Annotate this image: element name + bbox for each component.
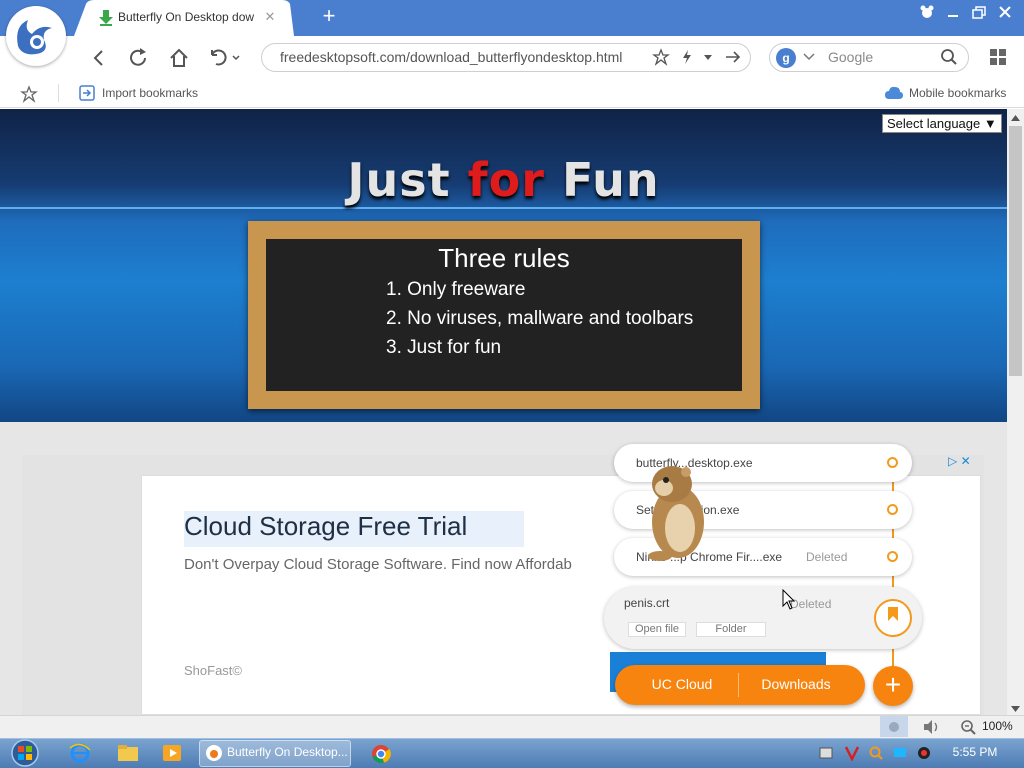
undo-close-icon[interactable] [206, 46, 242, 70]
bar-separator [738, 673, 739, 697]
new-tab-button[interactable]: + [318, 5, 340, 27]
folder-button[interactable]: Folder [696, 622, 766, 637]
skin-icon[interactable] [914, 2, 940, 22]
zoom-icon[interactable] [960, 719, 978, 735]
tray-record-icon[interactable] [916, 745, 932, 761]
mobile-bookmarks-link[interactable]: Mobile bookmarks [909, 86, 1019, 101]
uc-browser-logo[interactable] [6, 6, 66, 66]
file-explorer-icon[interactable] [116, 743, 140, 763]
scrollbar-thumb[interactable] [1009, 126, 1022, 376]
download-status: Deleted [806, 550, 848, 564]
add-download-button[interactable]: + [873, 666, 913, 706]
rule-item: 1. Only freeware [386, 279, 526, 300]
mouse-cursor [782, 588, 796, 611]
scroll-down-icon[interactable] [1010, 702, 1021, 712]
bookmarks-star-icon[interactable] [20, 85, 38, 103]
open-file-button[interactable]: Open file [628, 622, 686, 637]
internet-explorer-icon[interactable] [68, 742, 92, 764]
language-select[interactable]: Select language ▼ [882, 114, 1002, 133]
hero-title: Just for Fun [347, 153, 660, 207]
back-icon[interactable] [86, 46, 112, 70]
browser-window: Butterfly On Desktop dow ✕ + freedesktop… [0, 0, 1024, 768]
download-status: Deleted [790, 597, 832, 611]
tab-title: Butterfly On Desktop dow [118, 10, 255, 24]
timeline-dot [887, 457, 898, 468]
ad-description: Don't Overpay Cloud Storage Software. Fi… [184, 556, 572, 573]
chrome-icon[interactable] [370, 743, 392, 765]
minimize-icon[interactable] [940, 2, 966, 22]
tab-close-icon[interactable]: ✕ [263, 9, 277, 25]
tray-network-icon[interactable] [818, 745, 834, 761]
taskbar-clock: 5:55 PM [952, 745, 998, 759]
volume-icon[interactable] [922, 719, 942, 735]
status-bar [0, 715, 1024, 738]
ad-title[interactable]: Cloud Storage Free Trial [184, 511, 524, 547]
restore-icon[interactable] [966, 2, 992, 22]
download-filename: penis.crt [624, 596, 670, 610]
rule-item: 3. Just for fun [386, 337, 502, 358]
engine-dropdown-icon[interactable] [802, 51, 816, 63]
hero-banner: Just for Fun Three rules 1. Only freewar… [0, 109, 1007, 422]
scroll-up-icon[interactable] [1010, 111, 1021, 121]
hamster-image [630, 458, 714, 562]
media-player-icon[interactable] [160, 742, 184, 764]
zoom-level[interactable]: 100% [982, 719, 1016, 735]
divider [58, 84, 59, 102]
cloud-icon[interactable] [884, 84, 904, 102]
rule-item: 2. No viruses, mallware and toolbars [386, 308, 694, 329]
close-window-icon[interactable] [992, 2, 1018, 22]
import-bookmarks-link[interactable]: Import bookmarks [102, 86, 222, 101]
lightning-icon[interactable] [679, 48, 695, 66]
search-engine-icon[interactable]: g [776, 48, 796, 68]
downloads-button[interactable]: Downloads [744, 676, 848, 694]
search-input[interactable]: Google [828, 49, 928, 67]
ad-brand: ShoFast© [184, 663, 242, 678]
tray-antivirus-icon[interactable] [844, 745, 860, 762]
refresh-icon[interactable] [126, 46, 152, 70]
download-arrow-icon [99, 10, 113, 26]
search-icon[interactable] [940, 48, 958, 66]
import-icon[interactable] [78, 84, 96, 102]
url-text[interactable]: freedesktopsoft.com/download_butterflyon… [280, 49, 640, 67]
tray-display-icon[interactable] [892, 745, 908, 761]
uc-browser-task-icon [205, 744, 223, 762]
home-icon[interactable] [166, 46, 192, 70]
ad-choices-icon[interactable]: ▷ ✕ [948, 454, 982, 470]
chalkboard-title: Three rules [438, 243, 570, 273]
start-button[interactable] [6, 738, 44, 768]
timeline-dot [887, 504, 898, 515]
timeline-dot [887, 551, 898, 562]
taskbar-window-label: Butterfly On Desktop... [227, 745, 347, 759]
go-arrow-icon[interactable] [724, 48, 742, 66]
apps-grid-icon[interactable] [988, 47, 1008, 67]
bookmark-star-icon[interactable] [652, 48, 670, 66]
uc-cloud-button[interactable]: UC Cloud [630, 676, 734, 694]
downloads-ring[interactable] [874, 599, 912, 637]
chalkboard: Three rules 1. Only freeware 2. No virus… [248, 221, 760, 409]
status-panel-toggle[interactable] [880, 716, 908, 737]
tray-search-icon[interactable] [868, 745, 884, 761]
dropdown-chevron-icon[interactable] [702, 50, 714, 64]
